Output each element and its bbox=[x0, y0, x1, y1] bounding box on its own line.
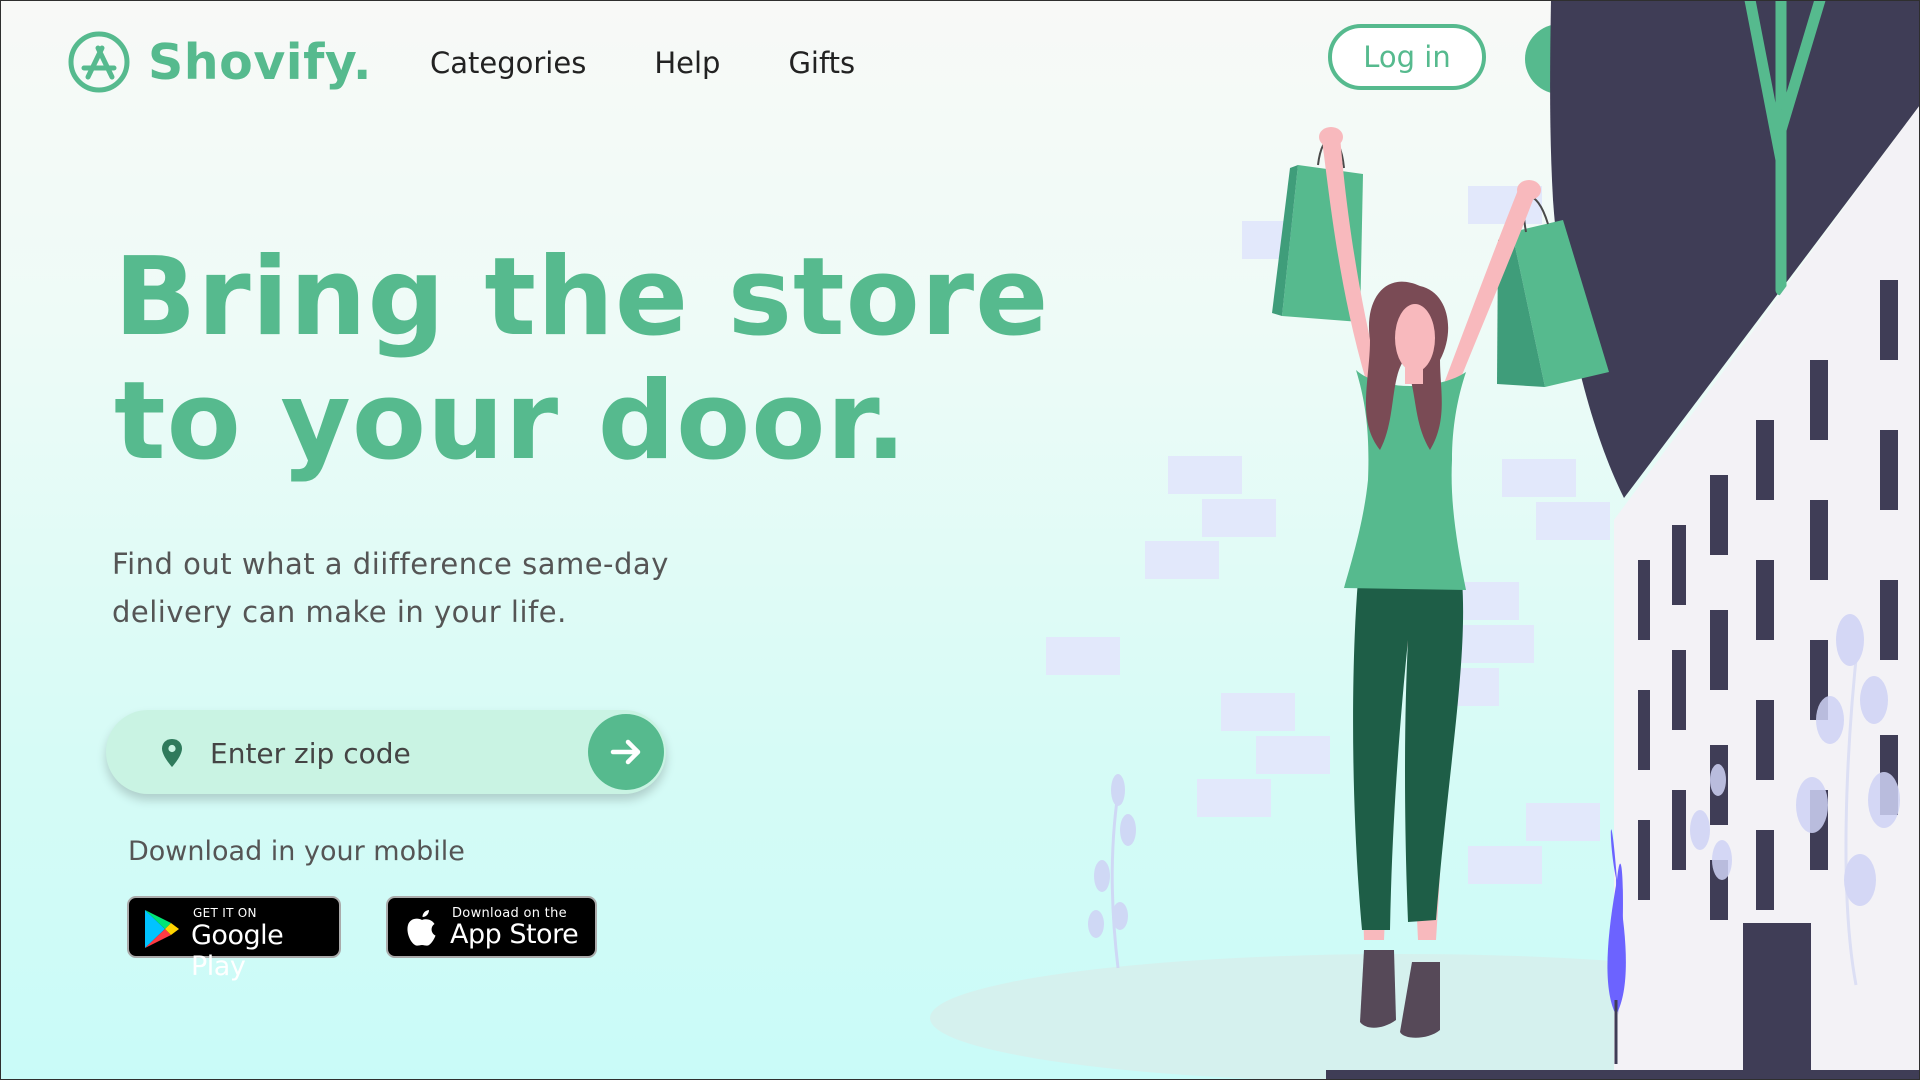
location-pin-icon bbox=[162, 739, 182, 767]
zip-search-bar bbox=[106, 710, 666, 794]
app-store-button[interactable]: Download on the App Store bbox=[386, 896, 597, 958]
google-play-button[interactable]: GET IT ON Google Play bbox=[127, 896, 341, 982]
woman-shopper bbox=[1272, 127, 1609, 1038]
google-play-icon bbox=[145, 910, 179, 948]
google-play-big-text: Google Play bbox=[191, 920, 284, 982]
shopping-illustration bbox=[930, 0, 1920, 1080]
main-nav: Categories Help Gifts bbox=[430, 46, 855, 80]
app-store-big-text: App Store bbox=[450, 919, 579, 950]
arrow-right-icon bbox=[610, 739, 641, 765]
nav-help[interactable]: Help bbox=[654, 46, 720, 80]
nav-gifts[interactable]: Gifts bbox=[788, 46, 855, 80]
brand-name: Shovify. bbox=[148, 33, 372, 91]
nav-categories[interactable]: Categories bbox=[430, 46, 586, 80]
download-label: Download in your mobile bbox=[128, 836, 465, 867]
apple-icon bbox=[407, 910, 436, 946]
zip-submit-button[interactable] bbox=[588, 714, 664, 790]
app-store-a-icon bbox=[68, 31, 130, 93]
brand-logo[interactable]: Shovify. bbox=[64, 30, 372, 94]
hero-subtitle: Find out what a diifference same-day del… bbox=[112, 547, 669, 629]
google-play-small-text: GET IT ON bbox=[193, 906, 257, 920]
zip-code-input[interactable] bbox=[208, 732, 562, 774]
